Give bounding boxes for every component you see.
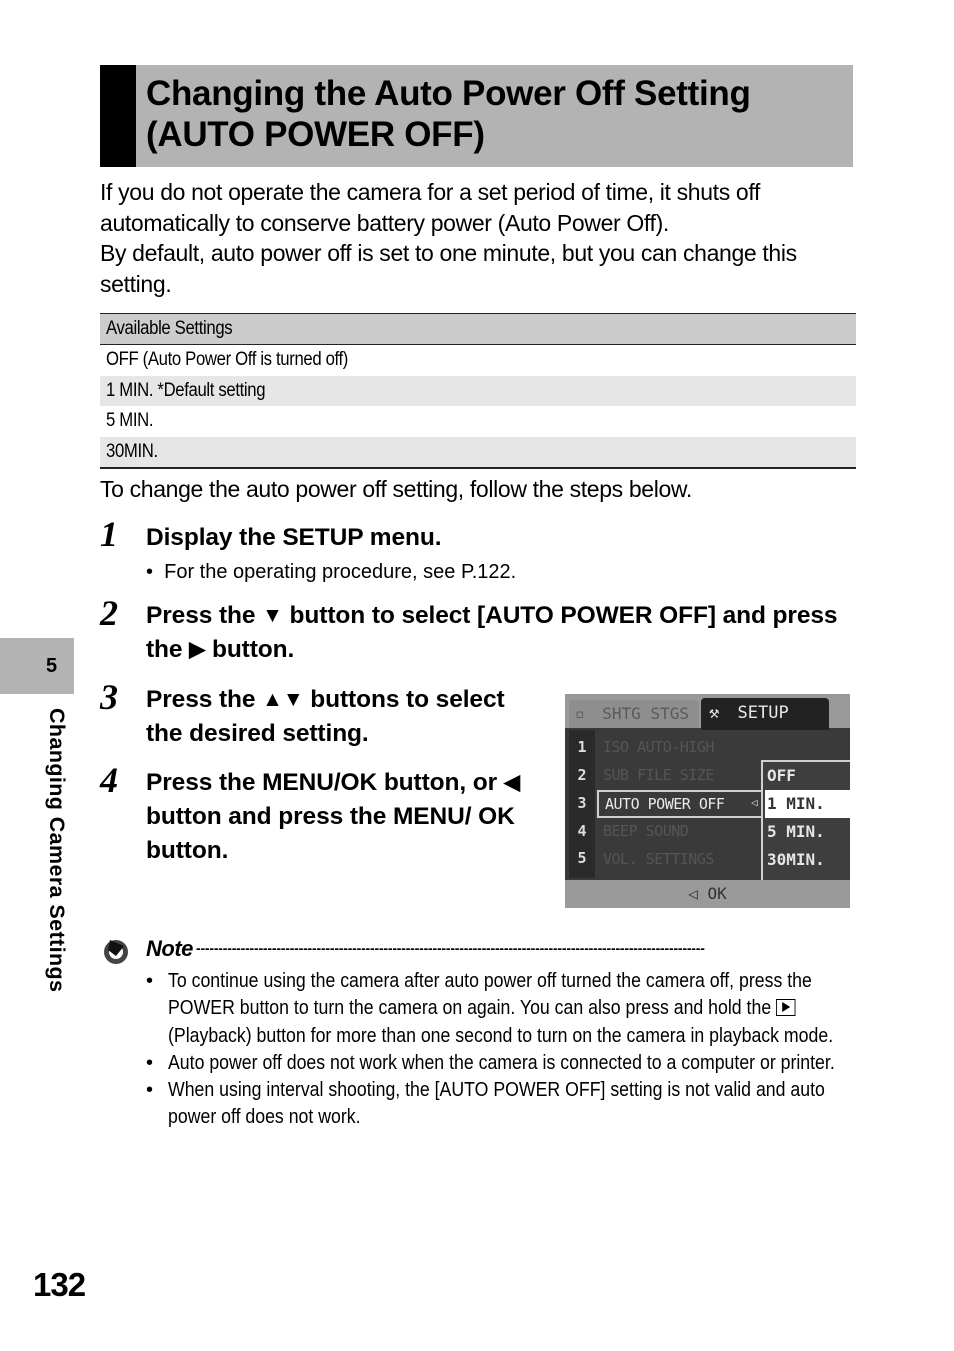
available-settings-table: Available Settings OFF (Auto Power Off i… [100,313,856,469]
step-number-1: 1 [100,514,118,554]
lcd-menu-item: BEEP SOUND [603,822,689,840]
table-row: OFF (Auto Power Off is turned off) [100,345,856,376]
note-list: • To continue using the camera after aut… [146,968,856,1132]
note-divider: ----------------------------------------… [196,940,705,956]
lcd-option: 5 MIN. [767,822,825,841]
right-arrow-icon: ▶ [189,638,206,661]
step-number-3: 3 [100,677,118,717]
step-3-text: Press the ▲▼ buttons to select the desir… [146,686,505,747]
step-1-text: Display the SETUP menu. [146,524,442,551]
wrench-icon: ⚒ [709,703,720,723]
lcd-option-selected: 1 MIN. [765,790,850,818]
camera-setup-menu-screenshot: ▫ SHTG STGS ⚒ SETUP 1 2 3 4 5 ISO AUTO-H… [565,694,850,908]
chapter-title: Changing Camera Settings [45,708,69,993]
note-label: Note [146,936,193,961]
note-item: • To continue using the camera after aut… [146,970,834,1047]
lcd-item-number: 5 [577,849,587,867]
note-item: • Auto power off does not work when the … [146,1051,835,1074]
table-header: Available Settings [100,314,856,346]
up-down-arrow-icon: ▲▼ [262,688,304,711]
page-number: 132 [33,1266,86,1303]
lcd-menu-item: VOL. SETTINGS [603,850,714,868]
lcd-item-number: 1 [577,738,587,756]
note-item: • When using interval shooting, the [AUT… [146,1079,825,1129]
table-row: 5 MIN. [100,406,856,437]
playback-icon [776,999,796,1017]
step-number-4: 4 [100,760,118,800]
intro-text: If you do not operate the camera for a s… [100,177,860,299]
table-row: 30MIN. [100,436,856,467]
intro-paragraph-1: If you do not operate the camera for a s… [100,179,760,236]
lcd-menu-item-active: AUTO POWER OFF [597,790,767,818]
lcd-option: OFF [767,766,796,785]
section-title-line2: (AUTO POWER OFF) [146,115,485,154]
intro-paragraph-2: By default, auto power off is set to one… [100,240,797,297]
chapter-number: 5 [46,655,58,677]
lcd-item-number: 3 [577,794,587,812]
step-1-bullet: • For the operating procedure, see P.122… [146,561,517,583]
lcd-menu-item: SUB FILE SIZE [603,766,714,784]
steps-lead-text: To change the auto power off setting, fo… [100,476,692,502]
lcd-tab-shooting-settings: ▫ SHTG STGS [569,700,699,728]
step-4-text: Press the MENU/OK button, or ◀ button an… [146,769,520,864]
chapter-tab [0,638,74,694]
table-row: 1 MIN. *Default setting [100,375,856,407]
lcd-left-arrow-icon: ◁ [751,796,758,809]
lcd-menu-item: ISO AUTO-HIGH [603,738,714,756]
lcd-bottom-hint: ◁ OK [565,880,850,908]
note-icon [104,940,128,964]
lcd-item-number: 2 [577,766,587,784]
down-arrow-icon: ▼ [262,604,283,627]
section-title-line1: Changing the Auto Power Off Setting [146,74,751,113]
camera-icon: ▫ [575,704,585,723]
lcd-option: 30MIN. [767,850,825,869]
title-accent-bar [100,65,136,167]
step-number-2: 2 [100,593,118,633]
lcd-item-number: 4 [577,822,587,840]
left-arrow-icon: ◀ [503,771,520,794]
lcd-tab-setup: ⚒ SETUP [701,698,829,730]
section-title: Changing the Auto Power Off Setting (AUT… [146,73,851,155]
step-2-text: Press the ▼ button to select [AUTO POWER… [146,602,838,663]
